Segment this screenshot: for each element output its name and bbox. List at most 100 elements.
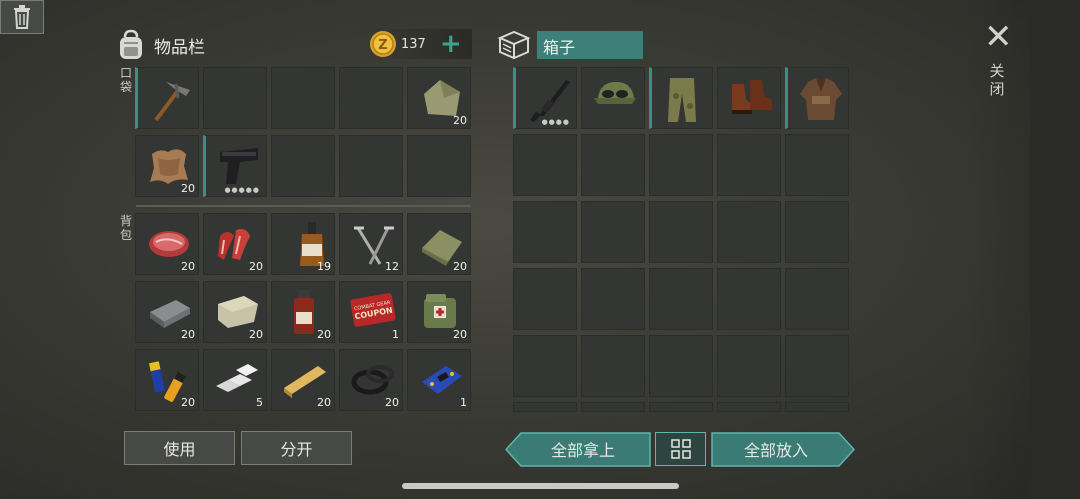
pocket-slot-pickaxe[interactable] [135,67,199,129]
use-button[interactable]: 使用 [124,431,235,465]
box-slot-rifle[interactable]: ●●●● [513,67,577,129]
pocket-slot-empty[interactable] [203,67,267,129]
pistol-icon [220,148,258,184]
inventory-header: 物品栏 [116,26,205,64]
trash-icon [14,5,30,29]
backpack-slot-fabric[interactable]: 20 [407,213,471,275]
box-slot-empty[interactable] [649,134,713,196]
rubber-rings-icon [351,365,394,395]
box-slot-empty[interactable] [581,201,645,263]
backpack-label: 背包 [119,214,132,242]
backpack-slot-aluminum-bars[interactable]: 5 [203,349,267,411]
box-slot-empty[interactable] [513,335,577,397]
backpack-slot-bacon[interactable]: 20 [203,213,267,275]
box-header: 箱子 [497,30,643,60]
item-quantity: 12 [385,260,399,273]
coin-icon: Z [370,31,396,57]
box-slot-empty[interactable] [717,201,781,263]
put-all-button[interactable]: 全部放入 [713,432,839,466]
box-slot-partial[interactable] [717,402,781,412]
backpack-slot-stone[interactable]: 20 [203,281,267,343]
box-slot-empty[interactable] [649,201,713,263]
box-slot-empty[interactable] [717,134,781,196]
box-slot-empty[interactable] [649,268,713,330]
box-slot-hat[interactable] [581,67,645,129]
backpack-slot-circuit-board[interactable]: 1 [407,349,471,411]
aluminum-bars-icon [216,364,258,392]
backpack-slot-bottle[interactable]: 20 [271,281,335,343]
backpack-slot-whiskey[interactable]: 19 [271,213,335,275]
item-quantity: 20 [181,182,195,195]
item-quantity: 20 [249,328,263,341]
box-slot-empty[interactable] [785,268,849,330]
pickaxe-icon [154,82,190,122]
box-slot-empty[interactable] [513,201,577,263]
box-slot-empty[interactable] [785,201,849,263]
box-slot-empty[interactable] [785,134,849,196]
wood-plank-icon [284,366,326,398]
backpack-slot-meat[interactable]: 20 [135,213,199,275]
backpack-slot-batteries[interactable]: 20 [135,349,199,411]
right-strip [1030,0,1080,499]
item-quantity: 20 [453,260,467,273]
coin-count: 137 [401,36,426,52]
box-slot-empty[interactable] [513,134,577,196]
grid-icon [670,439,691,459]
item-quantity: 19 [317,260,331,273]
trash-button[interactable] [0,0,44,34]
backpack-slot-iron-ingot[interactable]: 20 [135,281,199,343]
box-slot-empty[interactable] [649,335,713,397]
pocket-slot-leather[interactable]: 20 [135,135,199,197]
home-indicator[interactable] [402,483,679,489]
inventory-title: 物品栏 [154,37,205,58]
item-quantity: 20 [181,260,195,273]
box-slot-empty[interactable] [581,134,645,196]
item-quantity: 20 [453,328,467,341]
backpack-slot-nails[interactable]: 12 [339,213,403,275]
pocket-slot-empty[interactable] [271,135,335,197]
pocket-slot-empty[interactable] [339,135,403,197]
box-slot-empty[interactable] [513,268,577,330]
add-coins-icon[interactable]: + [440,31,462,57]
item-quantity: 20 [181,328,195,341]
pocket-slot-pistol[interactable]: ●●●●● [203,135,267,197]
item-quantity: 1 [460,396,467,409]
item-quantity: 5 [256,396,263,409]
close-label[interactable]: 关闭 [989,62,1005,98]
grid-toggle-button[interactable] [655,432,706,466]
close-icon[interactable]: ✕ [984,20,1013,54]
box-slot-empty[interactable] [581,335,645,397]
box-slot-jacket[interactable] [785,67,849,129]
pocket-label: 口袋 [119,66,132,94]
box-slot-partial[interactable] [581,402,645,412]
box-slot-empty[interactable] [717,268,781,330]
pocket-slot-empty[interactable] [271,67,335,129]
box-slot-empty[interactable] [581,268,645,330]
split-button[interactable]: 分开 [241,431,352,465]
coin-display: Z 137 + [369,29,472,59]
durability-dots: ●●●● [541,118,570,126]
backpack-slot-rubber-rings[interactable]: 20 [339,349,403,411]
box-slot-pants[interactable] [649,67,713,129]
pocket-slot-empty[interactable] [407,135,471,197]
box-icon [497,30,531,60]
rifle-icon [530,80,570,122]
item-quantity: 20 [317,328,331,341]
box-slot-partial[interactable] [785,402,849,412]
item-quantity: 20 [385,396,399,409]
backpack-slot-plank[interactable]: 20 [271,349,335,411]
box-slot-partial[interactable] [513,402,577,412]
pocket-slot-empty[interactable] [339,67,403,129]
box-slot-partial[interactable] [649,402,713,412]
backpack-slot-coupon[interactable]: COMBAT GEAR COUPON 1 [339,281,403,343]
circuit-board-icon [422,366,462,394]
pocket-slot-cloth[interactable]: 20 [407,67,471,129]
box-slot-empty[interactable] [785,335,849,397]
backpack-icon [120,29,142,59]
boots-icon [732,80,772,114]
iron-ingot-icon [150,300,190,328]
take-all-button[interactable]: 全部拿上 [520,432,646,466]
backpack-slot-medkit[interactable]: 20 [407,281,471,343]
box-slot-empty[interactable] [717,335,781,397]
box-slot-boots[interactable] [717,67,781,129]
